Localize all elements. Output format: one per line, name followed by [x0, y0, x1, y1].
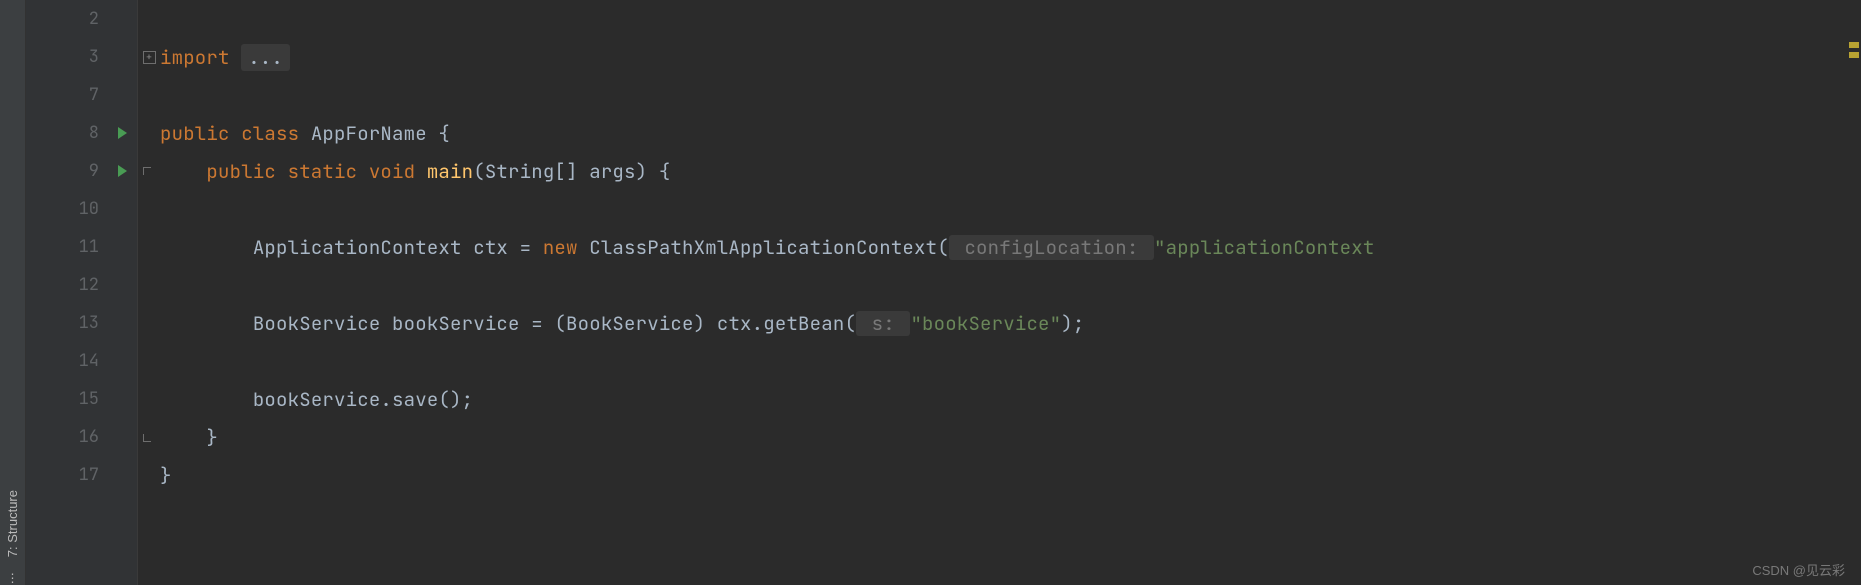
code-line: public static void main(String[] args) { [160, 152, 1845, 190]
brace: } [206, 425, 218, 450]
line-number: 2 [26, 0, 137, 38]
run-icon[interactable] [115, 126, 129, 140]
line-number: 12 [26, 266, 137, 304]
collapsed-imports[interactable]: ... [241, 44, 290, 71]
string: "applicationContext [1154, 235, 1374, 260]
warning-marker[interactable] [1849, 52, 1859, 58]
warning-marker[interactable] [1849, 42, 1859, 48]
tool-window-more-icon[interactable]: ⋮ [7, 571, 19, 585]
line-number: 8 [26, 114, 137, 152]
line-number: 11 [26, 228, 137, 266]
type: ClassPathXmlApplicationContext( [589, 235, 949, 260]
keyword: public static [206, 159, 368, 184]
variable: bookService [392, 311, 531, 336]
method-name: main [427, 159, 473, 184]
line-number: 9 [26, 152, 137, 190]
signature: (String[] args) { [473, 159, 670, 184]
fold-end-icon[interactable] [143, 431, 156, 444]
statement: bookService.save(); [253, 387, 473, 412]
keyword: new [543, 235, 589, 260]
line-number-text: 8 [89, 122, 99, 144]
brace: } [160, 463, 172, 488]
code-line [160, 190, 1845, 228]
code-line [160, 76, 1845, 114]
code-line: ApplicationContext ctx = new ClassPathXm… [160, 228, 1845, 266]
parameter-hint: s: [856, 311, 910, 336]
code-editor[interactable]: 2 3 7 8 9 10 11 12 13 14 15 16 17 + [26, 0, 1861, 585]
line-number: 7 [26, 76, 137, 114]
type: ApplicationContext [253, 235, 473, 260]
line-number: 14 [26, 342, 137, 380]
keyword: public class [160, 121, 311, 146]
code-line [160, 266, 1845, 304]
code-line: public class AppForName { [160, 114, 1845, 152]
fold-expand-icon[interactable]: + [143, 51, 156, 64]
code-line: import ... [160, 38, 1845, 76]
code-line: } [160, 418, 1845, 456]
error-stripe[interactable] [1847, 0, 1861, 585]
code-line: } [160, 456, 1845, 494]
line-number: 15 [26, 380, 137, 418]
code-line: BookService bookService = (BookService) … [160, 304, 1845, 342]
line-number-text: 9 [89, 160, 99, 182]
brace: { [438, 121, 450, 146]
variable: ctx [473, 235, 519, 260]
gutter: 2 3 7 8 9 10 11 12 13 14 15 16 17 [26, 0, 138, 585]
line-number: 3 [26, 38, 137, 76]
type: BookService [253, 311, 392, 336]
structure-tool-window-button[interactable]: 7: Structure [5, 482, 20, 565]
tool-window-bar: 7: Structure ⋮ [0, 0, 26, 585]
code-line: bookService.save(); [160, 380, 1845, 418]
keyword: import [160, 45, 241, 70]
line-number: 17 [26, 456, 137, 494]
code-line [160, 342, 1845, 380]
parameter-hint: configLocation: [949, 235, 1154, 260]
type: BookService [566, 311, 694, 336]
line-number: 10 [26, 190, 137, 228]
type: AppForName [311, 121, 439, 146]
fold-column: + [138, 0, 160, 585]
code-area[interactable]: import ... public class AppForName { pub… [160, 0, 1845, 585]
line-number: 16 [26, 418, 137, 456]
line-number: 13 [26, 304, 137, 342]
run-icon[interactable] [115, 164, 129, 178]
code-line [160, 0, 1845, 38]
watermark: CSDN @见云彩 [1752, 560, 1845, 579]
keyword: void [369, 159, 427, 184]
fold-collapse-icon[interactable] [143, 165, 156, 178]
string: "bookService" [910, 311, 1061, 336]
